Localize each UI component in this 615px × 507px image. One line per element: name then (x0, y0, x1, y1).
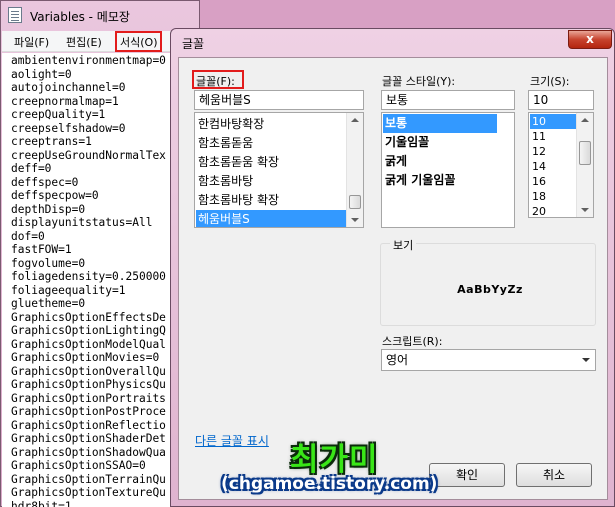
chevron-down-icon[interactable] (582, 358, 590, 362)
style-list-item[interactable]: 굵게 기울임꼴 (383, 171, 497, 190)
size-list-scroll-thumb[interactable] (579, 141, 591, 165)
style-label: 글꼴 스타일(Y): (382, 75, 456, 88)
font-list-item[interactable]: 함초롬돋움 확장 (196, 153, 348, 172)
notepad-line: GraphicsOptionPhysicsQu (11, 378, 166, 391)
font-list-item[interactable]: 헤움버블S (196, 210, 348, 227)
dialog-title: 글꼴 (182, 37, 205, 51)
size-input[interactable]: 10 (528, 90, 594, 110)
style-input[interactable]: 보통 (381, 90, 515, 110)
notepad-line: GraphicsOptionPortraits (11, 391, 166, 405)
notepad-text-area[interactable]: ambientenvironmentmap=0 aolight=0 autojoin… (2, 53, 198, 507)
notepad-line: GraphicsOptionShaderDet (11, 432, 166, 445)
notepad-line: gluetheme=0 (11, 297, 86, 310)
font-list-scroll-thumb[interactable] (349, 195, 361, 209)
close-button[interactable]: x (568, 30, 612, 49)
notepad-line: foliagedensity=0.250000 (11, 270, 166, 283)
scroll-down-arrow-icon[interactable] (351, 218, 359, 222)
scroll-down-arrow-icon[interactable] (581, 208, 589, 212)
notepad-line: ambientenvironmentmap=0 (11, 54, 166, 67)
size-list-item[interactable]: 10 (530, 114, 576, 129)
notepad-line: depthDisp=0 (11, 202, 86, 216)
style-list-item[interactable]: 보통 (383, 114, 497, 133)
size-list-item[interactable]: 16 (530, 174, 576, 189)
size-list-item[interactable]: 18 (530, 189, 576, 204)
size-list-item[interactable]: 20 (530, 204, 576, 217)
notepad-line: creeptrans=1 (11, 135, 92, 148)
style-list-item[interactable]: 기울임꼴 (383, 133, 497, 152)
notepad-menubar: 파일(F) 편집(E) 서식(O) (2, 31, 198, 52)
font-name-input[interactable]: 헤움버블S (194, 90, 364, 110)
notepad-line: creepnormalmap=1 (11, 94, 119, 108)
script-label: 스크립트(R): (382, 335, 443, 348)
cancel-button[interactable]: 취소 (516, 463, 592, 487)
notepad-line: displayunitstatus=All (11, 216, 153, 229)
scroll-up-arrow-icon[interactable] (351, 118, 359, 122)
ok-button[interactable]: 확인 (429, 463, 505, 487)
size-label: 크기(S): (530, 75, 570, 88)
font-list-scrollbar[interactable] (346, 113, 363, 227)
notepad-line: GraphicsOptionModelQual (11, 337, 166, 351)
size-list-item[interactable]: 12 (530, 144, 576, 159)
notepad-line: GraphicsOptionMovies=0 (11, 351, 160, 364)
more-fonts-link[interactable]: 다른 글꼴 표시 (195, 432, 269, 449)
notepad-lines: ambientenvironmentmap=0 aolight=0 autojoin… (11, 54, 166, 507)
notepad-line: deff=0 (11, 162, 52, 175)
preview-label: 보기 (390, 237, 417, 253)
notepad-line: GraphicsOptionTextureQu (11, 486, 166, 499)
font-list-item[interactable]: 함초롬바탕 (196, 172, 348, 191)
notepad-icon (8, 7, 22, 23)
watermark-url: (chgamoe.tistory.com) (221, 474, 438, 494)
size-list-item[interactable]: 14 (530, 159, 576, 174)
font-list-item[interactable]: 함초롬돋움 (196, 134, 348, 153)
notepad-line: fastFOW=1 (11, 243, 72, 256)
size-list-item[interactable]: 11 (530, 129, 576, 144)
font-list-item[interactable]: 함초롬바탕 확장 (196, 191, 348, 210)
script-select[interactable]: 영어 (381, 349, 596, 371)
notepad-line: GraphicsOptionSSAO=0 (11, 459, 146, 472)
preview-sample: AaBbYyZz (457, 283, 523, 296)
notepad-line: autojoinchannel=0 (11, 81, 126, 94)
menu-file[interactable]: 파일(F) (14, 34, 49, 50)
notepad-title: Variables - 메모장 (30, 10, 130, 24)
font-listbox[interactable]: 한컴바탕확장 함초롬돋움 함초롬돋움 확장 함초롬바탕 함초롬바탕 확장 헤움버블S (194, 112, 364, 228)
style-list-item[interactable]: 굵게 (383, 152, 497, 171)
notepad-line: GraphicsOptionLightingQ (11, 324, 166, 337)
notepad-line: dof=0 (11, 229, 45, 243)
notepad-line: aolight=0 (11, 67, 72, 81)
notepad-line: GraphicsOptionPostProce (11, 405, 166, 418)
notepad-line: creepQuality=1 (11, 108, 106, 121)
notepad-line: creepUseGroundNormalTex (11, 148, 166, 162)
notepad-line: foliageequality=1 (11, 283, 126, 297)
font-list-item[interactable]: 한컴바탕확장 (196, 115, 348, 134)
font-label: 글꼴(F): (196, 75, 235, 88)
notepad-line: GraphicsOptionReflectio (11, 418, 166, 432)
watermark-name: 최가미 (290, 442, 379, 478)
notepad-line: GraphicsOptionTerrainQu (11, 472, 166, 486)
notepad-line: deffspec=0 (11, 175, 79, 189)
size-list-scrollbar[interactable] (576, 113, 593, 217)
notepad-line: GraphicsOptionOverallQu (11, 364, 166, 378)
notepad-line: GraphicsOptionShadowQua (11, 445, 166, 459)
notepad-line: GraphicsOptionEffectsDe (11, 310, 166, 324)
notepad-line: hdr8bit=1 (11, 499, 72, 507)
menu-format-highlight (115, 31, 162, 52)
size-listbox[interactable]: 10 11 12 14 16 18 20 (528, 112, 594, 218)
notepad-line: fogvolume=0 (11, 256, 86, 270)
style-listbox[interactable]: 보통 기울임꼴 굵게 굵게 기울임꼴 (381, 112, 515, 228)
menu-edit[interactable]: 편집(E) (66, 34, 102, 50)
notepad-line: deffspecpow=0 (11, 189, 99, 202)
scroll-up-arrow-icon[interactable] (581, 118, 589, 122)
notepad-line: creepselfshadow=0 (11, 121, 126, 135)
